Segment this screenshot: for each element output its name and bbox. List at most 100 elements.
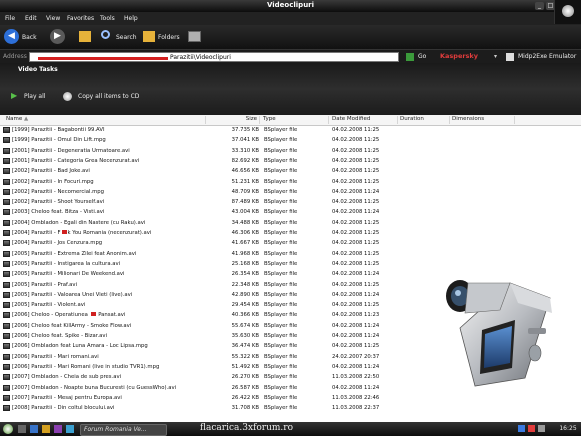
back-arrow-icon[interactable]: ◀ bbox=[4, 29, 19, 44]
video-file-icon bbox=[3, 199, 10, 206]
file-row[interactable]: [2007] Parazitii - Mesaj pentru Europa.a… bbox=[0, 394, 420, 403]
file-name: [1999] Parazitii - Bagabontii 99.AVI bbox=[12, 127, 105, 133]
column-size[interactable]: Size bbox=[206, 116, 260, 124]
column-type[interactable]: Type bbox=[261, 116, 329, 124]
dropdown-icon[interactable]: ▾ bbox=[494, 53, 497, 60]
search-icon[interactable] bbox=[101, 30, 110, 39]
file-row[interactable]: [2008] Parazitii - Din coltul blocului.a… bbox=[0, 404, 420, 413]
window-title: Videoclipuri bbox=[266, 1, 315, 9]
file-row[interactable]: [2005] Parazitii - Milionari De Weekend.… bbox=[0, 270, 420, 279]
file-row[interactable]: [2006] Cheloo - Operatiunea Pansat.avi 40… bbox=[0, 311, 420, 320]
forward-arrow-icon[interactable]: ▶ bbox=[50, 29, 65, 44]
file-name: [2005] Parazitii - Instigarea la cultura… bbox=[12, 260, 121, 267]
windows-logo bbox=[554, 0, 581, 24]
file-row[interactable]: [2005] Parazitii - Extrema Zilei feat An… bbox=[0, 250, 420, 259]
file-type: BSplayer file bbox=[264, 384, 298, 391]
video-file-icon bbox=[3, 250, 10, 257]
quicklaunch-media-icon[interactable] bbox=[54, 425, 62, 433]
file-row[interactable]: [2002] Parazitii - In Focuri.mpg 51.231 K… bbox=[0, 178, 420, 187]
kaspersky-toolbar[interactable]: Kaspersky bbox=[440, 52, 478, 60]
file-row[interactable]: [2005] Parazitii - Instigarea la cultura… bbox=[0, 260, 420, 269]
quicklaunch-messenger-icon[interactable] bbox=[66, 425, 74, 433]
file-row[interactable]: [2006] Parazitii - Mari Romani (live in … bbox=[0, 363, 420, 372]
column-date-modified[interactable]: Date Modified bbox=[330, 116, 398, 124]
menu-help[interactable]: Help bbox=[124, 15, 138, 22]
file-date: 04.02.2008 11:24 bbox=[332, 363, 380, 370]
file-row[interactable]: [2004] Parazitii - Jos Cenzura.mpg 41.667… bbox=[0, 239, 420, 248]
video-file-icon bbox=[3, 271, 10, 278]
copy-to-cd-link[interactable]: Copy all items to CD bbox=[78, 93, 139, 100]
file-row[interactable]: [2006] Cheloo feat. Spike - Bizar.avi 35.… bbox=[0, 332, 420, 341]
file-size: 34.488 KB bbox=[231, 219, 259, 226]
back-button[interactable]: Back bbox=[22, 34, 37, 41]
go-button[interactable]: Go bbox=[418, 53, 426, 60]
file-row[interactable]: [2006] Cheloo feat KillArmy - Smoke Flow… bbox=[0, 322, 420, 331]
file-size: 55.322 KB bbox=[231, 353, 259, 360]
taskbar-forum-window[interactable]: Forum Romania Ve... bbox=[80, 424, 167, 436]
emulator-link[interactable]: Midp2Exe Emulator bbox=[518, 53, 576, 60]
file-type: BSplayer file bbox=[264, 209, 298, 216]
file-row[interactable]: [2001] Parazitii - Degeneratia Urmatoare… bbox=[0, 147, 420, 156]
quicklaunch-ie-icon[interactable] bbox=[30, 425, 38, 433]
file-row[interactable]: [2006] Ombladon feat Luna Amara - Loc Li… bbox=[0, 342, 420, 351]
go-arrow-icon[interactable] bbox=[406, 53, 414, 61]
file-row[interactable]: [2001] Parazitii - Categoria Grea Necenz… bbox=[0, 157, 420, 166]
play-all-link[interactable]: Play all bbox=[24, 93, 45, 100]
file-row[interactable]: [1999] Parazitii - Bagabontii 99.AVI 37.7… bbox=[0, 126, 420, 135]
menu-favorites[interactable]: Favorites bbox=[67, 15, 94, 22]
play-icon[interactable]: ▶ bbox=[11, 91, 17, 100]
tray-antivirus-icon[interactable] bbox=[528, 425, 535, 432]
file-row[interactable]: [2007] Ombladon - Noaptе buna Bucuresti … bbox=[0, 384, 420, 393]
video-file-icon bbox=[3, 230, 10, 236]
file-row[interactable]: [2005] Parazitii - Valoarea Unei Vieti (… bbox=[0, 291, 420, 300]
menu-view[interactable]: View bbox=[46, 15, 60, 22]
file-size: 26.270 KB bbox=[231, 374, 259, 381]
file-size: 37.735 KB bbox=[231, 127, 259, 133]
tray-network-icon[interactable] bbox=[518, 425, 525, 432]
file-size: 36.474 KB bbox=[231, 343, 259, 350]
minimize-button[interactable]: _ bbox=[535, 2, 544, 10]
file-type: BSplayer file bbox=[264, 137, 298, 144]
views-icon[interactable] bbox=[188, 31, 201, 42]
file-row[interactable]: [1999] Parazitii - Omul Din Lift.mpg 37.0… bbox=[0, 136, 420, 145]
file-date: 04.02.2008 11:24 bbox=[332, 291, 380, 298]
cd-icon[interactable] bbox=[63, 92, 72, 101]
file-name: [2002] Parazitii - In Focuri.mpg bbox=[12, 178, 94, 185]
search-button[interactable]: Search bbox=[116, 34, 137, 41]
file-name: [2005] Parazitii - Valoarea Unei Vieti (… bbox=[12, 291, 133, 298]
file-row[interactable]: [2003] Cheloo feat. Bitza - Visti.avi 43.… bbox=[0, 208, 420, 217]
tray-volume-icon[interactable] bbox=[538, 425, 545, 432]
column-duration[interactable]: Duration bbox=[398, 116, 450, 124]
video-file-icon bbox=[3, 157, 10, 164]
video-file-icon bbox=[3, 384, 10, 391]
file-type: BSplayer file bbox=[264, 250, 298, 257]
file-row[interactable]: [2005] Parazitii - Violent.avi 29.454 KB B… bbox=[0, 301, 420, 310]
file-row[interactable]: [2006] Parazitii - Mari romani.avi 55.322… bbox=[0, 353, 420, 362]
quicklaunch-desktop-icon[interactable] bbox=[18, 425, 26, 433]
file-date: 24.02.2007 20:37 bbox=[332, 353, 380, 360]
menu-tools[interactable]: Tools bbox=[100, 15, 115, 22]
file-row[interactable]: [2002] Parazitii - Necomercial.mpg 48.709… bbox=[0, 188, 420, 197]
folders-button[interactable]: Folders bbox=[158, 34, 180, 41]
folders-icon[interactable] bbox=[143, 31, 155, 42]
column-dimensions[interactable]: Dimensions bbox=[450, 116, 515, 124]
file-date: 04.02.2008 11:25 bbox=[332, 260, 380, 267]
file-name: [2001] Parazitii - Degeneratia Urmatoare… bbox=[12, 147, 130, 154]
menu-edit[interactable]: Edit bbox=[25, 15, 37, 22]
file-row[interactable]: [2002] Parazitii - Bad Joke.avi 46.656 KB… bbox=[0, 167, 420, 176]
file-row[interactable]: [2007] Ombladon - Cheia de sub pres.avi 2… bbox=[0, 373, 420, 382]
menu-file[interactable]: File bbox=[5, 15, 15, 22]
column-name[interactable]: Name ▲ bbox=[4, 116, 206, 124]
file-size: 40.366 KB bbox=[231, 312, 259, 319]
file-size: 42.890 KB bbox=[231, 291, 259, 298]
file-row[interactable]: [2004] Ombladon - Egali din Nastere (cu … bbox=[0, 219, 420, 228]
quicklaunch-folder-icon[interactable] bbox=[42, 425, 50, 433]
video-file-icon bbox=[3, 312, 10, 319]
address-input[interactable]: Parazitii\Videoclipuri bbox=[29, 52, 399, 62]
file-row[interactable]: [2005] Parazitii - Praf.avi 22.348 KB BSpl… bbox=[0, 281, 420, 290]
start-orb-icon[interactable] bbox=[3, 424, 13, 434]
file-row[interactable]: [2004] Parazitii - Fk You Romania (necen… bbox=[0, 229, 420, 238]
folder-up-icon[interactable] bbox=[79, 31, 91, 42]
file-size: 82.692 KB bbox=[231, 157, 259, 164]
file-row[interactable]: [2002] Parazitii - Shoot Yourself.avi 87.… bbox=[0, 198, 420, 207]
